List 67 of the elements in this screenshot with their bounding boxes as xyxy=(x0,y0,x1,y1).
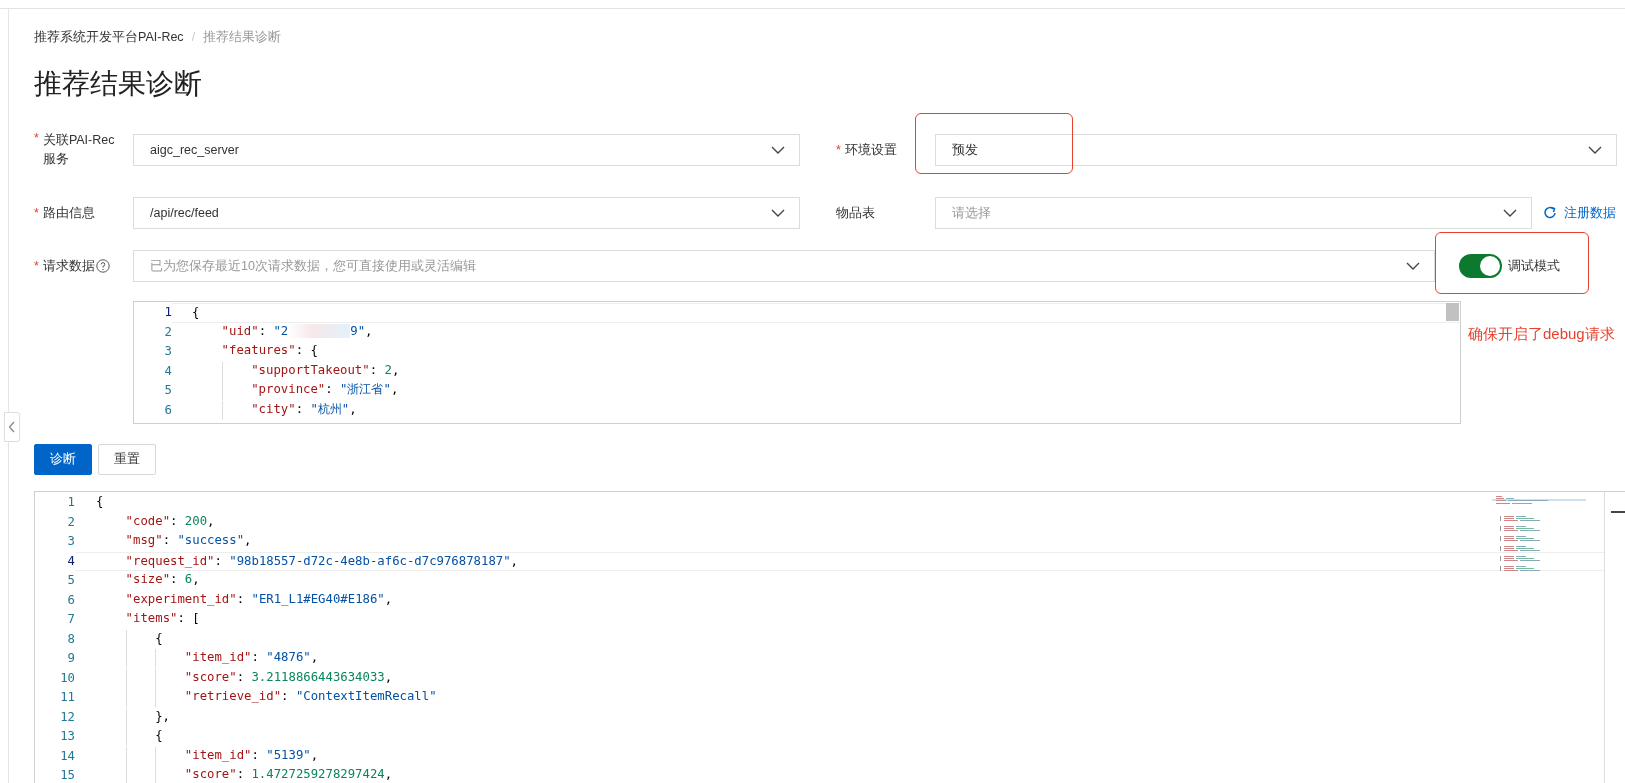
page-title: 推荐结果诊断 xyxy=(34,67,203,101)
code-line: "items": [ xyxy=(124,610,201,627)
field-label: 路由信息 xyxy=(42,204,95,222)
scrollbar-thumb[interactable] xyxy=(1446,303,1459,321)
field-label: 关联PAI-Rec服务 xyxy=(42,132,116,168)
field-label: 环境设置 xyxy=(844,141,897,159)
required-mark: * xyxy=(836,143,841,157)
refresh-icon[interactable] xyxy=(1543,206,1557,220)
line-number: 5 xyxy=(66,572,75,589)
chevron-left-icon xyxy=(8,421,16,433)
line-number: 14 xyxy=(59,747,75,765)
switch-label: 调试模式 xyxy=(1508,257,1560,275)
chevron-down-icon xyxy=(771,146,785,154)
code-line: "uid": "2 9", xyxy=(220,322,374,341)
diagnose-button[interactable]: 诊断 xyxy=(34,444,92,475)
line-number: 5 xyxy=(163,382,172,400)
breadcrumb-item: 推荐结果诊断 xyxy=(203,28,282,46)
chevron-down-icon xyxy=(771,209,785,217)
line-number: 1 xyxy=(66,494,75,511)
code-line: "supportTakeout": 2, xyxy=(172,361,1460,382)
reset-button[interactable]: 重置 xyxy=(98,444,156,475)
environment-select[interactable]: 预发 xyxy=(935,134,1617,166)
required-mark: * xyxy=(34,131,39,145)
service-select[interactable]: aigc_rec_server xyxy=(133,134,800,166)
code-line: "province": "浙江省", xyxy=(172,381,1460,401)
register-data-link[interactable]: 注册数据 xyxy=(1564,204,1616,222)
code-line: { xyxy=(95,493,105,510)
line-number: 12 xyxy=(59,708,75,726)
chevron-down-icon xyxy=(1588,146,1602,154)
code-line: "experiment_id": "ER1_L1#EG40#E186", xyxy=(124,590,394,608)
request-code-editor[interactable]: 1 { 2 "uid": "2 9", 3 "features": { 4 "supportTakeout": 2, 5 "province": "浙江省", 6 "city": "杭州", xyxy=(133,301,1461,424)
breadcrumb-separator: / xyxy=(191,30,196,44)
line-number: 15 xyxy=(59,767,75,783)
line-number: 3 xyxy=(66,533,75,550)
code-line: "city": "杭州", xyxy=(172,400,1460,421)
line-number: 6 xyxy=(66,591,75,609)
required-mark: * xyxy=(34,206,39,220)
annotation-text: 确保开启了debug请求 xyxy=(1468,325,1615,344)
sidebar-collapse-button[interactable] xyxy=(4,412,20,442)
line-number: 3 xyxy=(163,343,172,361)
line-number: 6 xyxy=(163,401,172,419)
breadcrumb-item[interactable]: 推荐系统开发平台PAI-Rec xyxy=(34,28,184,46)
line-number: 10 xyxy=(59,669,75,687)
line-number: 8 xyxy=(66,630,75,648)
line-number: 4 xyxy=(163,362,172,380)
line-number: 11 xyxy=(59,689,75,706)
code-line: "size": 6, xyxy=(124,571,201,588)
chevron-down-icon xyxy=(1503,209,1517,217)
required-mark: * xyxy=(34,259,39,273)
code-line: { xyxy=(172,303,1460,323)
chevron-down-icon xyxy=(1406,262,1420,270)
line-number: 13 xyxy=(59,728,75,745)
route-select[interactable]: /api/rec/feed xyxy=(133,197,800,229)
field-label: 请求数据 xyxy=(42,257,95,275)
line-number: 7 xyxy=(66,611,75,628)
scrollbar[interactable] xyxy=(1604,492,1625,783)
debug-mode-switch[interactable] xyxy=(1459,254,1502,278)
code-line: "code": 200, xyxy=(124,512,216,530)
code-line: "features": { xyxy=(220,342,319,360)
field-label: 物品表 xyxy=(836,204,875,222)
line-number: 2 xyxy=(163,323,172,341)
line-number: 9 xyxy=(66,650,75,667)
line-number: 2 xyxy=(66,513,75,531)
help-icon[interactable] xyxy=(95,259,110,273)
line-number: 1 xyxy=(163,304,172,321)
line-number: 4 xyxy=(66,552,75,570)
code-line: "msg": "success", xyxy=(124,532,253,549)
